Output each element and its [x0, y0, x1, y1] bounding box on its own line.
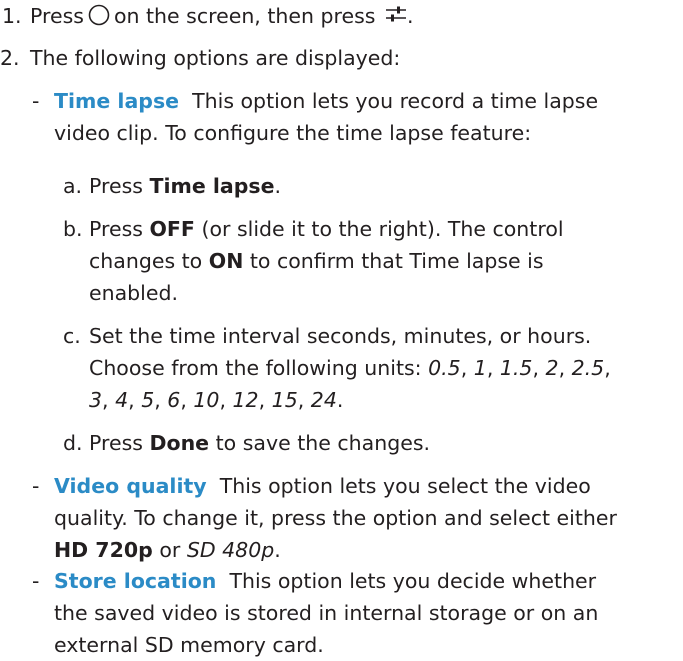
unit-value: 24 — [310, 388, 337, 412]
unit-value: 1 — [473, 356, 487, 380]
bullet-dash: - — [32, 89, 40, 113]
substep-text: enabled. — [89, 281, 179, 305]
unit-value: 15 — [271, 388, 298, 412]
option-desc: video clip. To configure the time lapse … — [54, 121, 532, 145]
substep-text: changes to — [89, 249, 203, 273]
step-number: 2. — [0, 46, 20, 70]
unit-value: 10 — [193, 388, 220, 412]
units-list: 3, 4, 5, 6, 10, 12, 15, 24. — [89, 384, 343, 416]
step-text: The following options are displayed: — [30, 46, 401, 70]
substep-letter: c. — [63, 324, 81, 348]
step-number: 1. — [2, 4, 22, 28]
substep-text: Set the time interval seconds, minutes, … — [89, 324, 592, 348]
substep-text: to save the changes. — [215, 431, 431, 455]
unit-separator: , — [180, 388, 194, 412]
unit-separator: , — [486, 356, 500, 380]
substep-bold: Done — [149, 431, 210, 455]
unit-value: 1.5 — [499, 356, 533, 380]
substep-text: Choose from the following units: — [89, 356, 422, 380]
option-title: Store location — [54, 569, 217, 593]
unit-value: 12 — [232, 388, 259, 412]
option-desc: external SD memory card. — [54, 633, 324, 657]
substep-text: . — [274, 174, 282, 198]
units-end: . — [336, 388, 344, 412]
substep-letter: b. — [63, 217, 83, 241]
unit-separator: , — [558, 356, 572, 380]
unit-value: 3 — [89, 388, 103, 412]
unit-value: 4 — [115, 388, 129, 412]
substep-letter: a. — [63, 174, 83, 198]
substep-text: to confirm that Time lapse is — [249, 249, 544, 273]
unit-separator: , — [102, 388, 116, 412]
unit-value: 0.5 — [428, 356, 461, 380]
circle-outline-icon — [88, 4, 110, 26]
step-text: on the screen, then press — [113, 4, 376, 28]
option-desc: . — [274, 538, 281, 562]
units-list: 0.5, 1, 1.5, 2, 2.5, — [428, 356, 611, 380]
unit-separator: , — [604, 356, 611, 380]
substep-bold: Time lapse — [149, 174, 275, 198]
substep-bold: OFF — [149, 217, 195, 241]
option-italic: SD 480p — [186, 538, 275, 562]
bullet-dash: - — [32, 474, 40, 498]
substep-letter: d. — [63, 431, 83, 455]
option-desc: This option lets you select the video — [219, 474, 591, 498]
substep-text: Press — [89, 217, 143, 241]
unit-separator: , — [258, 388, 272, 412]
unit-separator: , — [219, 388, 233, 412]
unit-separator: , — [460, 356, 474, 380]
manual-page: 1. Press on the screen, then press . 2. T… — [0, 0, 683, 660]
unit-value: 5 — [141, 388, 155, 412]
option-desc: This option lets you decide whether — [229, 569, 597, 593]
substep-text: Press — [89, 174, 143, 198]
option-desc: or — [159, 538, 181, 562]
substep-text: (or slide it to the right). The control — [201, 217, 564, 241]
option-desc: the saved video is stored in internal st… — [54, 601, 599, 625]
option-desc: quality. To change it, press the option … — [54, 506, 617, 530]
unit-separator: , — [154, 388, 168, 412]
unit-value: 2.5 — [571, 356, 605, 380]
option-desc: This option lets you record a time lapse — [192, 89, 599, 113]
unit-separator: , — [532, 356, 546, 380]
unit-separator: , — [128, 388, 142, 412]
sliders-settings-icon — [386, 6, 406, 22]
option-bold: HD 720p — [54, 538, 153, 562]
substep-text: Press — [89, 431, 143, 455]
unit-separator: , — [297, 388, 311, 412]
option-title: Video quality — [54, 474, 207, 498]
substep-bold: ON — [208, 249, 244, 273]
option-title: Time lapse — [54, 89, 180, 113]
step-text: . — [407, 4, 414, 28]
bullet-dash: - — [32, 569, 40, 593]
unit-value: 6 — [167, 388, 181, 412]
step-text: Press — [30, 4, 84, 28]
unit-value: 2 — [545, 356, 559, 380]
